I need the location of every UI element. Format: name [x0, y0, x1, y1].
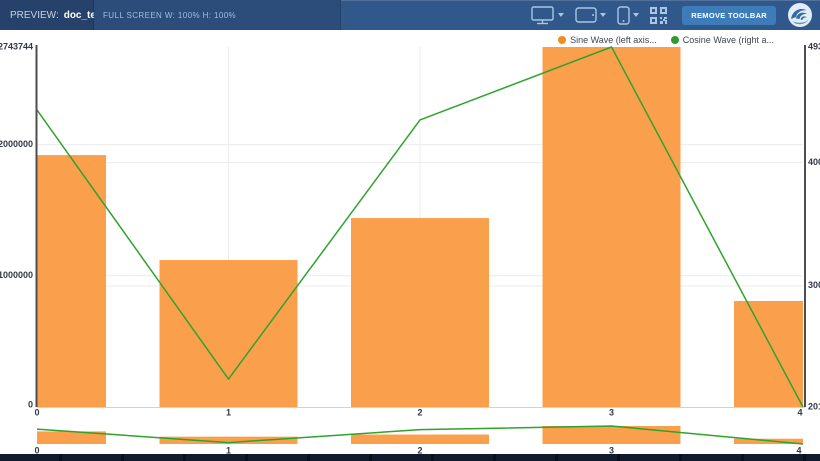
x-axis-tick-label: 2: [417, 407, 422, 417]
legend-marker-icon: [671, 36, 679, 44]
bar-sine-wave[interactable]: [734, 301, 803, 407]
right-axis-tick-label: 3000: [808, 280, 820, 290]
left-axis-tick-label: 1000000: [0, 270, 33, 280]
tablet-preview-icon: [575, 7, 597, 23]
wave-logo-icon: [787, 2, 813, 28]
chart-legend: Sine Wave (left axis... Cosine Wave (righ…: [558, 35, 774, 45]
bottom-dark-strip: [0, 454, 820, 461]
qr-code-button[interactable]: [648, 5, 669, 26]
right-axis-tick-label: 4000: [808, 157, 820, 167]
fullscreen-size-label: FULL SCREEN W: 100% H: 100%: [103, 11, 236, 20]
chart-area: 0 1000000 2000000 2743744 2017 3000 4000 4938 0 1…: [0, 30, 820, 461]
mixed-chart: 0 1000000 2000000 2743744 2017 3000 4000 4938 0 1…: [0, 30, 820, 461]
legend-label: Sine Wave (left axis...: [570, 35, 657, 45]
right-axis-tick-label: 2017: [808, 401, 820, 411]
preview-label: PREVIEW:: [10, 10, 59, 21]
x-axis-tick-label: 3: [609, 407, 614, 417]
qr-code-icon: [650, 7, 667, 24]
chevron-down-icon: [633, 13, 639, 17]
right-axis-tick-label: 4938: [808, 41, 820, 51]
zing-logo-button[interactable]: [787, 2, 813, 28]
desktop-preview-icon: [531, 6, 555, 25]
bar-sine-wave[interactable]: [543, 47, 681, 407]
x-axis-tick-label: 1: [226, 407, 231, 417]
remove-toolbar-button[interactable]: REMOVE TOOLBAR: [682, 6, 776, 25]
left-axis-tick-label: 0: [28, 399, 33, 409]
bar-sine-wave[interactable]: [351, 218, 489, 407]
left-axis-tick-label: 2000000: [0, 139, 33, 149]
legend-item-cosine[interactable]: Cosine Wave (right a...: [671, 35, 774, 45]
x-axis-tick-label: 0: [34, 407, 39, 417]
fullscreen-section: FULL SCREEN W: 100% H: 100%: [94, 0, 341, 30]
preview-page: PREVIEW: doc_test FULL SCREEN W: 100% H:…: [0, 0, 820, 461]
legend-marker-icon: [558, 36, 566, 44]
preview-bar[interactable]: [543, 426, 681, 444]
toolbar-actions: REMOVE TOOLBAR: [529, 0, 820, 30]
legend-label: Cosine Wave (right a...: [683, 35, 774, 45]
mobile-preview-icon: [617, 6, 630, 25]
preview-toolbar: PREVIEW: doc_test FULL SCREEN W: 100% H:…: [0, 0, 820, 30]
preview-doc-section: PREVIEW: doc_test: [0, 0, 94, 30]
preview-bar[interactable]: [351, 435, 489, 444]
legend-item-sine[interactable]: Sine Wave (left axis...: [558, 35, 657, 45]
tablet-preview-button[interactable]: [573, 5, 608, 25]
mobile-preview-button[interactable]: [615, 4, 641, 27]
chevron-down-icon: [600, 13, 606, 17]
x-axis-tick-label: 4: [797, 407, 802, 417]
desktop-preview-button[interactable]: [529, 4, 566, 27]
chevron-down-icon: [558, 13, 564, 17]
left-axis-tick-label: 2743744: [0, 41, 33, 51]
bar-sine-wave[interactable]: [160, 260, 298, 407]
